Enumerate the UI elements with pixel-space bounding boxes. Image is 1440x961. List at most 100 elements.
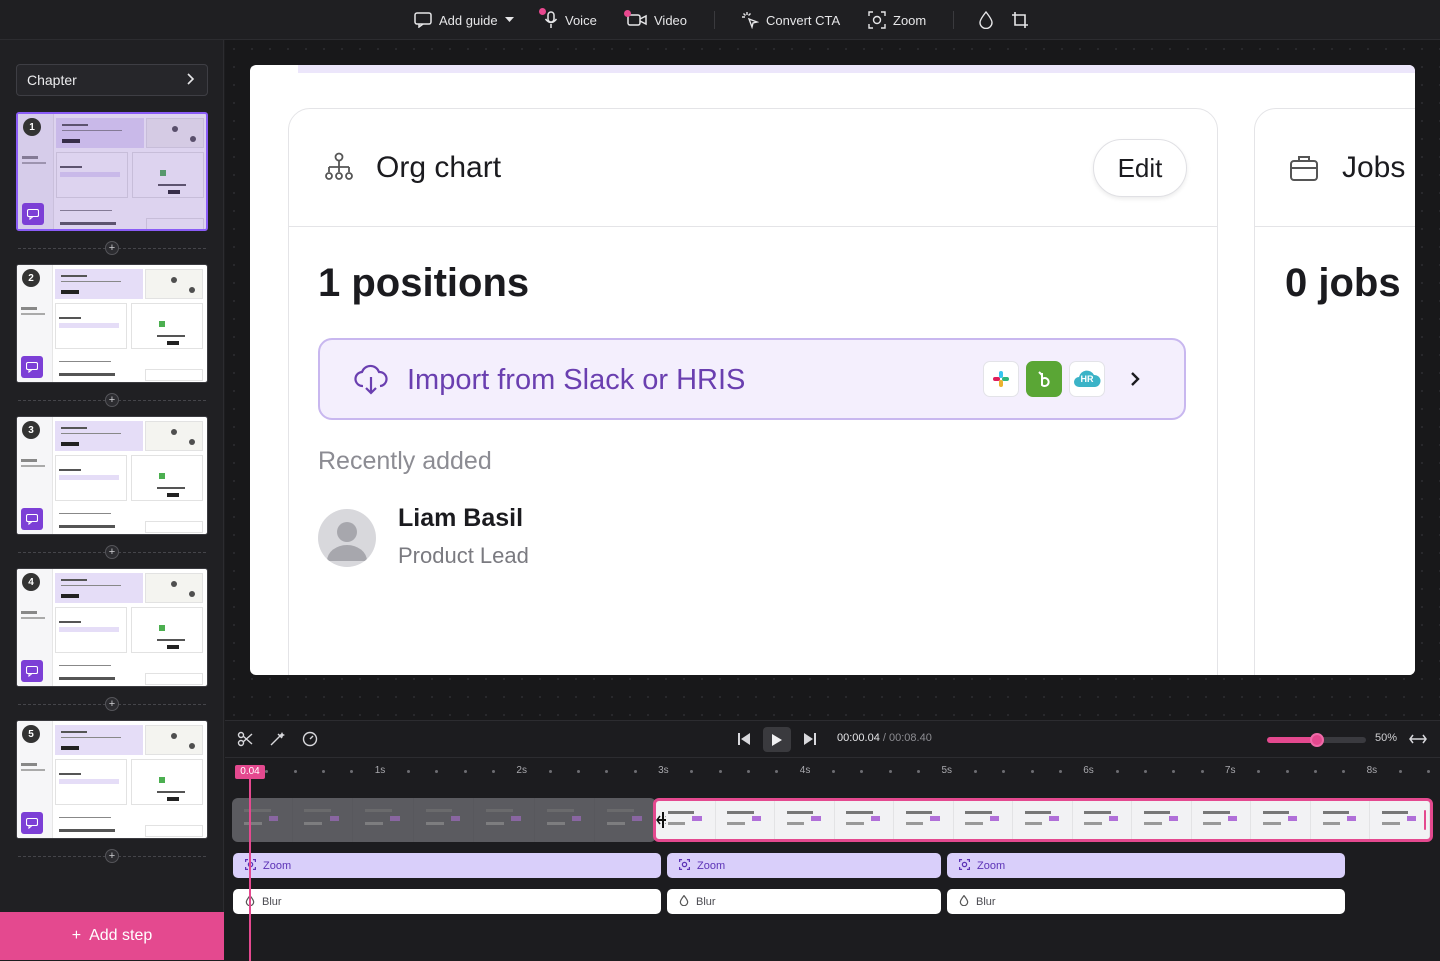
video-button[interactable]: Video (624, 0, 687, 40)
timeline-zoom-slider[interactable] (1267, 733, 1366, 747)
ruler-tick (605, 770, 609, 773)
blur-lane-label: Blur (976, 895, 996, 908)
ruler-tick (1342, 770, 1346, 773)
blur-effect-segment[interactable]: Blur (667, 889, 941, 914)
magic-wand-icon[interactable] (269, 731, 285, 747)
ruler-label: 5s (941, 765, 953, 776)
film-frame (775, 801, 835, 839)
speech-bubble-icon (414, 12, 432, 28)
ruler-tick (548, 770, 552, 773)
zoom-focus-icon (959, 858, 970, 873)
total-time: 00:08.40 (889, 732, 932, 744)
zoom-percentage: 50% (1375, 732, 1398, 744)
import-from-slack-button[interactable]: Import from Slack or HRIS HR (318, 338, 1186, 420)
speed-gauge-icon[interactable] (302, 731, 318, 747)
guide-chat-icon[interactable] (22, 203, 44, 225)
ruler-label: 3s (658, 765, 669, 776)
import-label: Import from Slack or HRIS (407, 364, 746, 396)
zoom-effect-segment[interactable]: Zoom (667, 853, 941, 878)
guide-chat-icon[interactable] (21, 660, 43, 682)
insert-step-button[interactable]: + (0, 545, 224, 559)
convert-cta-button[interactable]: Convert CTA (741, 0, 840, 40)
insert-step-button[interactable]: + (0, 849, 224, 863)
ruler-tick (1058, 770, 1062, 773)
ruler-tick (577, 770, 581, 773)
blur-effect-segment[interactable]: Blur (947, 889, 1345, 914)
guide-chat-icon[interactable] (21, 508, 43, 530)
crop-button[interactable] (1011, 0, 1029, 40)
step-thumbnail[interactable]: 1 (16, 112, 208, 231)
voice-label: Voice (565, 12, 597, 28)
step-thumbnail[interactable]: 3 (16, 416, 208, 535)
zoom-button[interactable]: Zoom (868, 0, 926, 40)
step-number-badge: 5 (22, 725, 40, 743)
scissors-icon[interactable] (237, 731, 253, 747)
add-step-button[interactable]: + Add step (0, 912, 224, 960)
guide-chat-icon[interactable] (21, 812, 43, 834)
film-frame (414, 798, 475, 842)
film-frame (1013, 801, 1073, 839)
video-clip-2-selected[interactable] (653, 798, 1433, 842)
steps-sidebar: Chapter 1 +2 +3 +4 +5 + + Add step (0, 40, 224, 960)
film-frame (1192, 801, 1252, 839)
plus-icon: + (105, 849, 119, 863)
play-icon (772, 733, 782, 746)
play-button[interactable] (763, 727, 791, 752)
person-name[interactable]: Liam Basil (398, 504, 523, 533)
video-clip-1[interactable] (232, 798, 656, 842)
zoom-lane-label: Zoom (977, 859, 1006, 872)
ruler-tick (718, 770, 722, 773)
zoom-lane-label: Zoom (263, 859, 292, 872)
person-role: Product Lead (398, 543, 529, 568)
clip-trim-handle-right[interactable] (1420, 801, 1430, 839)
zoom-effect-segment[interactable]: Zoom (233, 853, 661, 878)
film-frame (1251, 801, 1311, 839)
edit-button[interactable]: Edit (1093, 139, 1187, 197)
convert-cta-label: Convert CTA (766, 12, 841, 28)
playhead-label[interactable]: 0.04 (235, 765, 265, 779)
zoom-effect-segment[interactable]: Zoom (947, 853, 1345, 878)
chapter-selector[interactable]: Chapter (16, 64, 208, 96)
insert-step-button[interactable]: + (0, 697, 224, 711)
crop-icon (1011, 11, 1029, 29)
step-number-badge: 2 (22, 269, 40, 287)
add-guide-label: Add guide (439, 12, 498, 28)
fit-width-icon[interactable] (1409, 732, 1427, 746)
ruler-tick (463, 770, 467, 773)
skip-forward-icon[interactable] (803, 732, 817, 746)
insert-step-button[interactable]: + (0, 241, 224, 255)
add-guide-button[interactable]: Add guide (414, 0, 514, 40)
voice-button[interactable]: Voice (539, 0, 597, 40)
ruler-tick (832, 770, 836, 773)
zoom-slider-handle[interactable] (1309, 733, 1324, 747)
ruler-tick (350, 770, 354, 773)
film-frame (293, 798, 354, 842)
resize-cursor-icon (656, 812, 666, 828)
step-thumbnail[interactable]: 4 (16, 568, 208, 687)
step-thumbnail[interactable]: 2 (16, 264, 208, 383)
time-readout: 00:00.04 / 00:08.40 (837, 732, 932, 744)
blur-effect-segment[interactable]: Blur (233, 889, 661, 914)
ruler-tick (747, 770, 751, 773)
microphone-icon (539, 8, 558, 29)
ruler-label: 8s (1366, 765, 1378, 776)
ruler-tick (1427, 770, 1431, 773)
ruler-label: 1s (374, 765, 386, 776)
guide-chat-icon[interactable] (21, 356, 43, 378)
time-ruler[interactable]: 0.04 1s 2s 3s 4s 5s 6s 7s 8s (225, 758, 1440, 794)
clip-trim-handle-left[interactable] (656, 801, 666, 839)
blur-droplet-button[interactable] (978, 0, 994, 40)
ruler-label: 6s (1083, 765, 1094, 776)
step-screenshot-frame[interactable]: Org chart Edit 1 positions Import from S… (250, 65, 1415, 675)
ruler-label: 4s (799, 765, 811, 776)
film-frame (835, 801, 895, 839)
plus-icon: + (105, 241, 119, 255)
film-frame (595, 798, 656, 842)
blur-lane-label: Blur (696, 895, 716, 908)
insert-step-button[interactable]: + (0, 393, 224, 407)
org-chart-card: Org chart Edit 1 positions Import from S… (288, 108, 1218, 675)
skip-back-icon[interactable] (737, 732, 751, 746)
step-thumbnail[interactable]: 5 (16, 720, 208, 839)
playhead-line[interactable] (249, 778, 251, 961)
film-frame (232, 798, 293, 842)
